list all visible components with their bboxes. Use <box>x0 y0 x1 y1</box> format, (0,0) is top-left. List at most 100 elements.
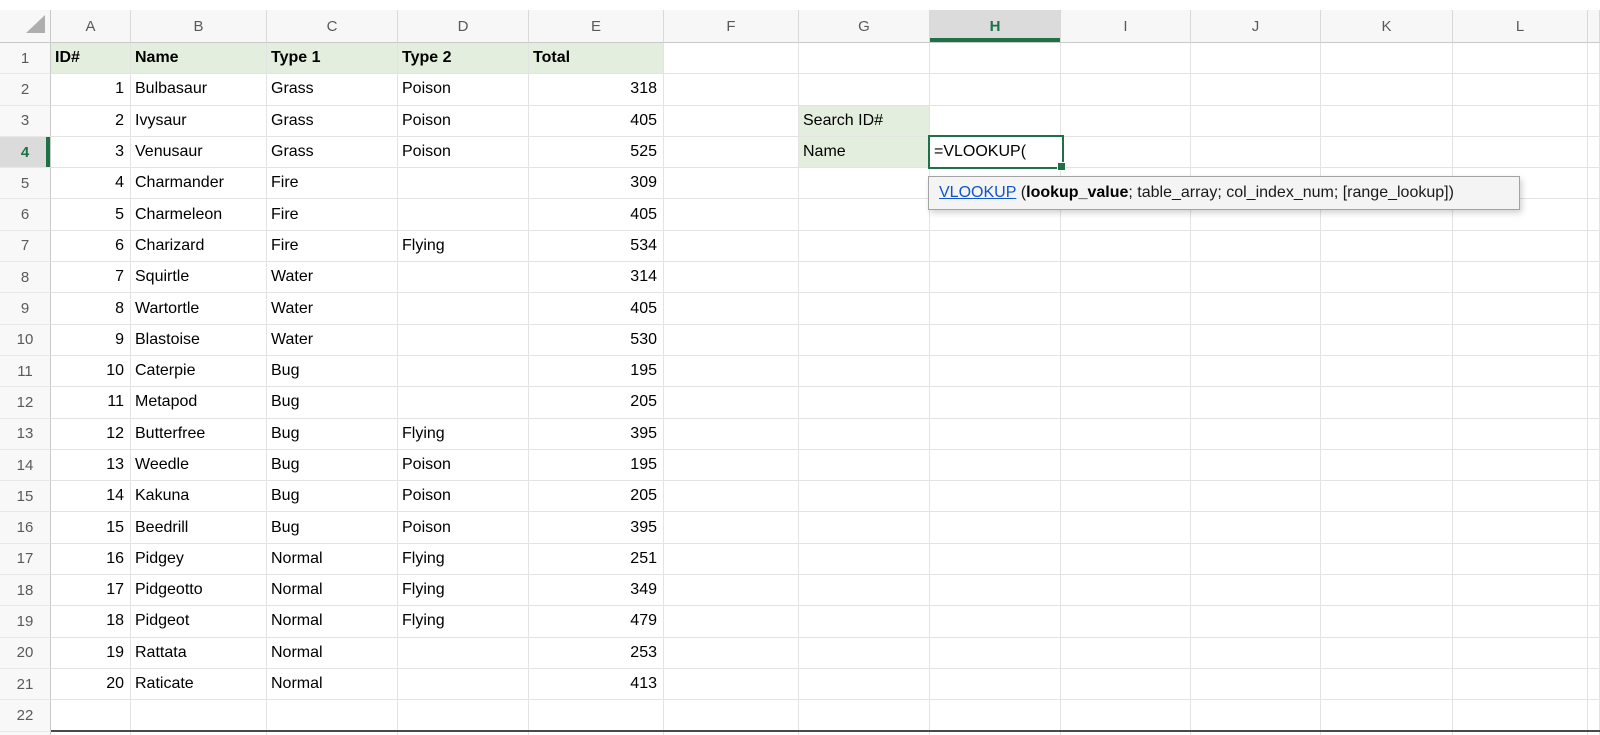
cell-E5[interactable]: 309 <box>529 168 664 199</box>
cell-D12[interactable] <box>398 387 529 418</box>
cell-D2[interactable]: Poison <box>398 74 529 105</box>
cell-E18[interactable]: 349 <box>529 575 664 606</box>
cell-A18[interactable]: 17 <box>51 575 131 606</box>
cell-J21[interactable] <box>1191 669 1321 700</box>
cell-C10[interactable]: Water <box>267 325 398 356</box>
cell-L11[interactable] <box>1453 356 1588 387</box>
cell-K12[interactable] <box>1321 387 1453 418</box>
cell-B20[interactable]: Rattata <box>131 638 267 669</box>
cell-K17[interactable] <box>1321 544 1453 575</box>
row-header-10[interactable]: 10 <box>0 325 51 356</box>
cell-C3[interactable]: Grass <box>267 106 398 137</box>
cell-D15[interactable]: Poison <box>398 481 529 512</box>
cell-E21[interactable]: 413 <box>529 669 664 700</box>
cell-C7[interactable]: Fire <box>267 231 398 262</box>
cell-L18[interactable] <box>1453 575 1588 606</box>
cell-E17[interactable]: 251 <box>529 544 664 575</box>
cell-I4[interactable] <box>1061 137 1191 168</box>
cell-I22[interactable] <box>1061 700 1191 731</box>
row-header-20[interactable]: 20 <box>0 638 51 669</box>
cell-J11[interactable] <box>1191 356 1321 387</box>
cell-J12[interactable] <box>1191 387 1321 418</box>
column-header-G[interactable]: G <box>799 10 930 43</box>
cell-J3[interactable] <box>1191 106 1321 137</box>
cell-I19[interactable] <box>1061 606 1191 637</box>
cell-B1[interactable]: Name <box>131 43 267 74</box>
cell-E1[interactable]: Total <box>529 43 664 74</box>
cell-E6[interactable]: 405 <box>529 199 664 230</box>
cell-C13[interactable]: Bug <box>267 419 398 450</box>
cell-L4[interactable] <box>1453 137 1588 168</box>
cell-E12[interactable]: 205 <box>529 387 664 418</box>
cell-D14[interactable]: Poison <box>398 450 529 481</box>
cell-J2[interactable] <box>1191 74 1321 105</box>
cell-D16[interactable]: Poison <box>398 512 529 543</box>
cell-J4[interactable] <box>1191 137 1321 168</box>
cell-G11[interactable] <box>799 356 930 387</box>
cell-J22[interactable] <box>1191 700 1321 731</box>
cell-D18[interactable]: Flying <box>398 575 529 606</box>
cell-G18[interactable] <box>799 575 930 606</box>
cell-J8[interactable] <box>1191 262 1321 293</box>
cell-A11[interactable]: 10 <box>51 356 131 387</box>
cell-E9[interactable]: 405 <box>529 293 664 324</box>
cell-E8[interactable]: 314 <box>529 262 664 293</box>
cell-K4[interactable] <box>1321 137 1453 168</box>
cell-L19[interactable] <box>1453 606 1588 637</box>
cell-L2[interactable] <box>1453 74 1588 105</box>
row-header-14[interactable]: 14 <box>0 450 51 481</box>
cell-C4[interactable]: Grass <box>267 137 398 168</box>
cell-D9[interactable] <box>398 293 529 324</box>
column-header-D[interactable]: D <box>398 10 529 43</box>
cell-A15[interactable]: 14 <box>51 481 131 512</box>
cell-E11[interactable]: 195 <box>529 356 664 387</box>
cell-J16[interactable] <box>1191 512 1321 543</box>
cell-L14[interactable] <box>1453 450 1588 481</box>
cell-A12[interactable]: 11 <box>51 387 131 418</box>
cell-E14[interactable]: 195 <box>529 450 664 481</box>
cell-H9[interactable] <box>930 293 1061 324</box>
cell-I9[interactable] <box>1061 293 1191 324</box>
cell-K16[interactable] <box>1321 512 1453 543</box>
cell-F3[interactable] <box>664 106 799 137</box>
cell-J9[interactable] <box>1191 293 1321 324</box>
cell-H21[interactable] <box>930 669 1061 700</box>
column-header-B[interactable]: B <box>131 10 267 43</box>
cell-E4[interactable]: 525 <box>529 137 664 168</box>
cell-J17[interactable] <box>1191 544 1321 575</box>
cell-D19[interactable]: Flying <box>398 606 529 637</box>
cell-K21[interactable] <box>1321 669 1453 700</box>
cell-I8[interactable] <box>1061 262 1191 293</box>
cell-D1[interactable]: Type 2 <box>398 43 529 74</box>
cell-F21[interactable] <box>664 669 799 700</box>
cell-L9[interactable] <box>1453 293 1588 324</box>
cell-I20[interactable] <box>1061 638 1191 669</box>
column-header-K[interactable]: K <box>1321 10 1453 43</box>
cell-J7[interactable] <box>1191 231 1321 262</box>
cell-G4[interactable]: Name <box>799 137 930 168</box>
cell-C21[interactable]: Normal <box>267 669 398 700</box>
fill-handle[interactable] <box>1057 162 1066 171</box>
cell-C22[interactable] <box>267 700 398 731</box>
cell-G10[interactable] <box>799 325 930 356</box>
cell-A2[interactable]: 1 <box>51 74 131 105</box>
cell-D4[interactable]: Poison <box>398 137 529 168</box>
row-header-6[interactable]: 6 <box>0 199 51 230</box>
row-header-18[interactable]: 18 <box>0 575 51 606</box>
cell-H18[interactable] <box>930 575 1061 606</box>
cell-I16[interactable] <box>1061 512 1191 543</box>
column-header-F[interactable]: F <box>664 10 799 43</box>
cell-A21[interactable]: 20 <box>51 669 131 700</box>
cell-I13[interactable] <box>1061 419 1191 450</box>
cell-B11[interactable]: Caterpie <box>131 356 267 387</box>
cell-E22[interactable] <box>529 700 664 731</box>
cell-F16[interactable] <box>664 512 799 543</box>
cell-F1[interactable] <box>664 43 799 74</box>
cell-L8[interactable] <box>1453 262 1588 293</box>
cell-E13[interactable]: 395 <box>529 419 664 450</box>
row-header-21[interactable]: 21 <box>0 669 51 700</box>
cell-A10[interactable]: 9 <box>51 325 131 356</box>
cell-A22[interactable] <box>51 700 131 731</box>
cell-G22[interactable] <box>799 700 930 731</box>
cell-H13[interactable] <box>930 419 1061 450</box>
